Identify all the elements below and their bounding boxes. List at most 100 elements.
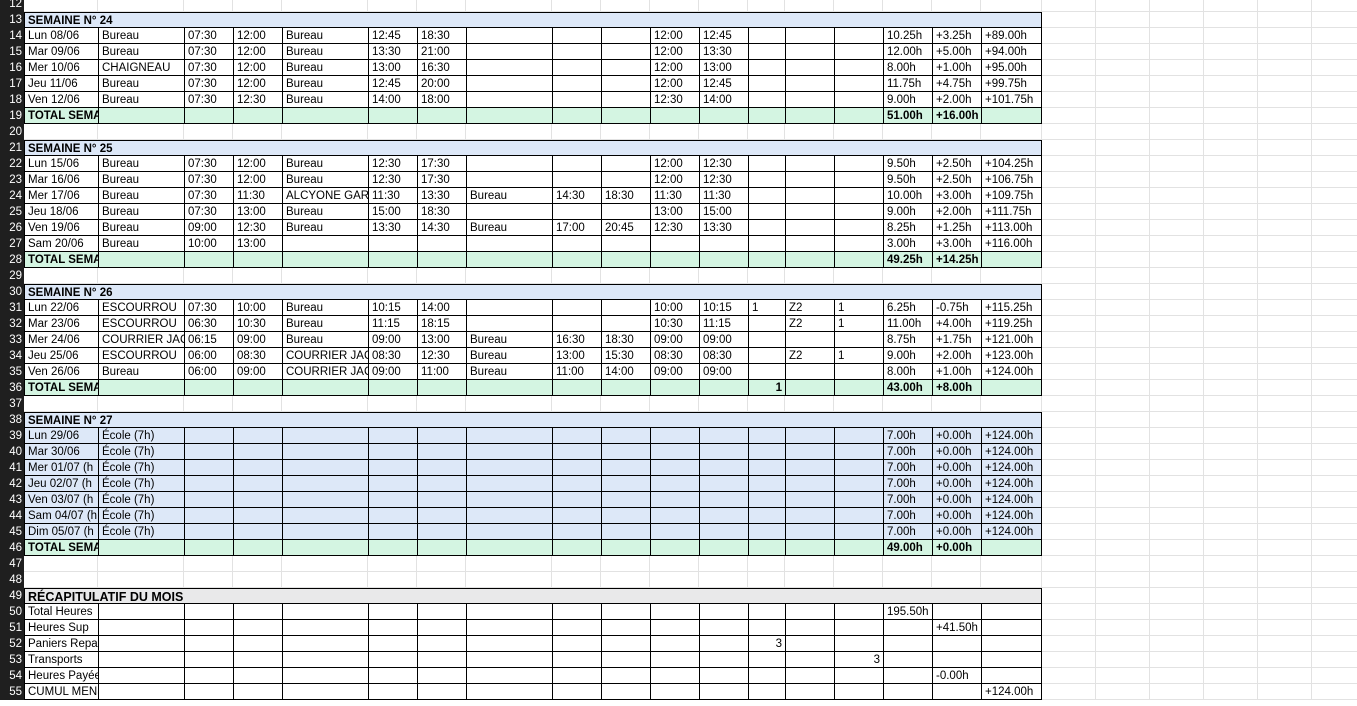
grid-cell[interactable] [1312, 540, 1357, 556]
data-cell[interactable] [98, 380, 184, 396]
grid-cell[interactable] [1150, 172, 1204, 188]
grid-cell[interactable] [1042, 668, 1096, 684]
grid-cell[interactable] [1204, 268, 1258, 284]
row-header[interactable]: 37 [0, 396, 24, 412]
grid-cell[interactable] [1042, 92, 1096, 108]
data-cell[interactable]: +16.00h [932, 108, 981, 124]
data-cell[interactable] [834, 492, 883, 508]
data-cell[interactable]: École (7h) [98, 460, 184, 476]
data-cell[interactable]: 15:00 [368, 204, 417, 220]
data-cell[interactable]: -0.75h [932, 300, 981, 316]
data-cell[interactable]: 9.00h [883, 348, 932, 364]
data-cell[interactable] [282, 252, 368, 268]
data-cell[interactable]: +0.00h [932, 444, 981, 460]
data-cell[interactable]: +1.00h [932, 60, 981, 76]
data-cell[interactable] [785, 492, 834, 508]
data-cell[interactable]: Bureau [98, 28, 184, 44]
data-cell[interactable]: 10:00 [233, 300, 282, 316]
grid-cell[interactable] [1042, 540, 1096, 556]
grid-cell[interactable] [466, 124, 552, 140]
row-header[interactable]: 19 [0, 108, 24, 124]
grid-cell[interactable] [184, 572, 233, 588]
grid-cell[interactable] [98, 556, 184, 572]
data-cell[interactable] [601, 252, 650, 268]
grid-cell[interactable] [1312, 284, 1357, 300]
data-cell[interactable] [883, 620, 932, 636]
data-cell[interactable]: 16:30 [417, 60, 466, 76]
row-label-cell[interactable]: Mer 01/07 (h [24, 460, 98, 476]
data-cell[interactable] [834, 332, 883, 348]
grid-cell[interactable] [1312, 108, 1357, 124]
data-cell[interactable]: 08:30 [650, 348, 699, 364]
grid-cell[interactable] [932, 572, 981, 588]
data-cell[interactable]: 3 [834, 652, 883, 668]
data-cell[interactable] [552, 236, 601, 252]
grid-cell[interactable] [1042, 524, 1096, 540]
grid-cell[interactable] [601, 556, 650, 572]
grid-cell[interactable] [1258, 28, 1312, 44]
row-label-cell[interactable]: Jeu 18/06 [24, 204, 98, 220]
grid-cell[interactable] [1042, 460, 1096, 476]
data-cell[interactable] [601, 204, 650, 220]
data-cell[interactable] [699, 684, 748, 700]
data-cell[interactable] [601, 428, 650, 444]
data-cell[interactable] [417, 236, 466, 252]
grid-cell[interactable] [1150, 76, 1204, 92]
grid-cell[interactable] [1096, 236, 1150, 252]
data-cell[interactable] [282, 492, 368, 508]
week-header[interactable]: SEMAINE N° 24 [24, 12, 1042, 28]
data-cell[interactable] [417, 380, 466, 396]
grid-cell[interactable] [417, 396, 466, 412]
data-cell[interactable] [417, 684, 466, 700]
row-label-cell[interactable]: Transports [24, 652, 98, 668]
data-cell[interactable] [601, 604, 650, 620]
row-label-cell[interactable]: TOTAL SEMA [24, 540, 98, 556]
grid-cell[interactable] [1312, 524, 1357, 540]
data-cell[interactable]: +124.00h [981, 444, 1042, 460]
grid-cell[interactable] [1096, 204, 1150, 220]
grid-cell[interactable] [24, 268, 98, 284]
grid-cell[interactable] [1258, 588, 1312, 604]
data-cell[interactable]: 9.50h [883, 172, 932, 188]
data-cell[interactable]: +0.00h [932, 508, 981, 524]
data-cell[interactable] [184, 540, 233, 556]
data-cell[interactable]: +124.00h [981, 460, 1042, 476]
data-cell[interactable]: 15:30 [601, 348, 650, 364]
data-cell[interactable]: 12:45 [699, 28, 748, 44]
data-cell[interactable] [785, 44, 834, 60]
grid-cell[interactable] [417, 572, 466, 588]
data-cell[interactable]: Bureau [282, 332, 368, 348]
data-cell[interactable]: 14:00 [699, 92, 748, 108]
grid-cell[interactable] [1150, 620, 1204, 636]
data-cell[interactable]: 15:00 [699, 204, 748, 220]
data-cell[interactable]: +124.00h [981, 524, 1042, 540]
data-cell[interactable] [699, 652, 748, 668]
data-cell[interactable]: 12:00 [650, 76, 699, 92]
grid-cell[interactable] [1150, 636, 1204, 652]
data-cell[interactable] [601, 444, 650, 460]
grid-cell[interactable] [1258, 12, 1312, 28]
grid-cell[interactable] [1312, 684, 1357, 700]
grid-cell[interactable] [1204, 572, 1258, 588]
data-cell[interactable] [417, 668, 466, 684]
data-cell[interactable] [883, 652, 932, 668]
grid-cell[interactable] [1204, 172, 1258, 188]
row-header[interactable]: 16 [0, 60, 24, 76]
grid-cell[interactable] [1150, 364, 1204, 380]
data-cell[interactable]: 18:00 [417, 92, 466, 108]
grid-cell[interactable] [932, 124, 981, 140]
grid-cell[interactable] [1042, 604, 1096, 620]
data-cell[interactable] [184, 108, 233, 124]
data-cell[interactable] [552, 476, 601, 492]
grid-cell[interactable] [98, 572, 184, 588]
grid-cell[interactable] [1096, 476, 1150, 492]
grid-cell[interactable] [1096, 396, 1150, 412]
row-header[interactable]: 50 [0, 604, 24, 620]
data-cell[interactable] [184, 668, 233, 684]
row-label-cell[interactable]: Jeu 11/06 [24, 76, 98, 92]
data-cell[interactable]: +106.75h [981, 172, 1042, 188]
data-cell[interactable]: 14:00 [601, 364, 650, 380]
data-cell[interactable] [834, 60, 883, 76]
data-cell[interactable]: 09:00 [233, 364, 282, 380]
data-cell[interactable] [785, 252, 834, 268]
